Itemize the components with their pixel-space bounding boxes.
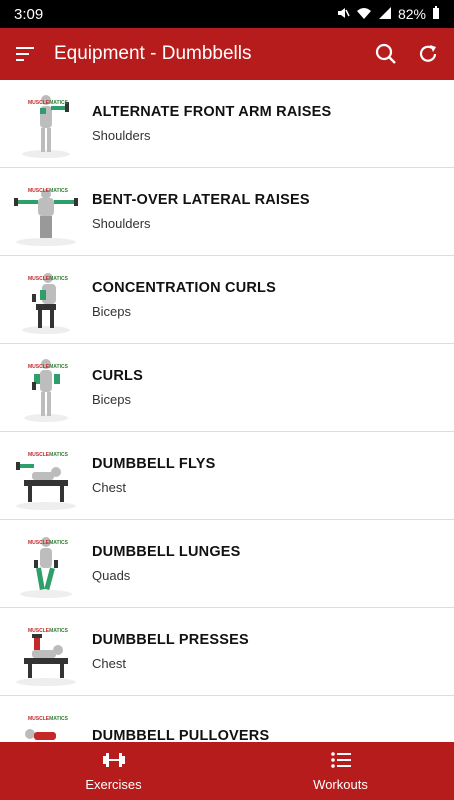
list-item[interactable]: MUSCLEMATICS DUMBBELL LUNGES Quads [0, 520, 454, 608]
musclematics-logo: MUSCLEMATICS [28, 539, 68, 546]
status-time: 3:09 [14, 5, 44, 23]
list-icon [330, 750, 352, 777]
refresh-icon[interactable] [416, 42, 440, 66]
list-item[interactable]: MUSCLEMATICS ALTERNATE FRONT ARM RAISES … [0, 80, 454, 168]
exercise-thumbnail: MUSCLEMATICS [10, 704, 82, 742]
signal-icon [378, 6, 392, 23]
mute-icon [336, 6, 350, 23]
exercise-thumbnail: MUSCLEMATICS [10, 88, 82, 160]
musclematics-logo: MUSCLEMATICS [28, 363, 68, 370]
nav-workouts-label: Workouts [313, 777, 368, 792]
bottom-navigation: Exercises Workouts [0, 742, 454, 800]
exercise-thumbnail: MUSCLEMATICS [10, 440, 82, 512]
list-item[interactable]: MUSCLEMATICS CURLS Biceps [0, 344, 454, 432]
exercise-thumbnail: MUSCLEMATICS [10, 528, 82, 600]
muscle-group: Biceps [92, 392, 132, 407]
muscle-group: Chest [92, 480, 126, 495]
muscle-group: Shoulders [92, 128, 151, 143]
search-icon[interactable] [374, 42, 398, 66]
list-item[interactable]: MUSCLEMATICS DUMBBELL PULLOVERS [0, 696, 454, 742]
exercise-thumbnail: MUSCLEMATICS [10, 176, 82, 248]
battery-level: 82% [397, 6, 426, 22]
exercise-thumbnail: MUSCLEMATICS [10, 616, 82, 688]
nav-workouts[interactable]: Workouts [227, 742, 454, 800]
list-item[interactable]: MUSCLEMATICS CONCENTRATION CURLS Biceps [0, 256, 454, 344]
musclematics-logo: MUSCLEMATICS [28, 627, 68, 634]
exercise-name: CONCENTRATION CURLS [92, 280, 276, 296]
exercise-name: BENT-OVER LATERAL RAISES [92, 192, 310, 208]
muscle-group: Quads [92, 568, 131, 583]
exercise-name: ALTERNATE FRONT ARM RAISES [92, 104, 332, 120]
exercise-name: DUMBBELL FLYS [92, 456, 216, 472]
menu-icon[interactable] [14, 42, 38, 66]
muscle-group: Chest [92, 656, 126, 671]
muscle-group: Shoulders [92, 216, 151, 231]
musclematics-logo: MUSCLEMATICS [28, 451, 68, 458]
exercise-name: DUMBBELL LUNGES [92, 544, 241, 560]
nav-exercises[interactable]: Exercises [0, 742, 227, 800]
musclematics-logo: MUSCLEMATICS [28, 715, 68, 722]
wifi-icon [356, 6, 372, 23]
list-item[interactable]: MUSCLEMATICS DUMBBELL FLYS Chest [0, 432, 454, 520]
musclematics-logo: MUSCLEMATICS [28, 99, 68, 106]
exercise-thumbnail: MUSCLEMATICS [10, 264, 82, 336]
dumbbell-icon [101, 750, 127, 777]
exercise-list[interactable]: MUSCLEMATICS ALTERNATE FRONT ARM RAISES … [0, 80, 454, 742]
exercise-name: DUMBBELL PULLOVERS [92, 727, 270, 743]
list-item[interactable]: MUSCLEMATICS BENT-OVER LATERAL RAISES Sh… [0, 168, 454, 256]
status-bar: 3:09 82% [0, 0, 454, 28]
exercise-name: DUMBBELL PRESSES [92, 632, 249, 648]
muscle-group: Biceps [92, 304, 132, 319]
musclematics-logo: MUSCLEMATICS [28, 275, 68, 282]
musclematics-logo: MUSCLEMATICS [28, 187, 68, 194]
page-title: Equipment - Dumbbells [54, 43, 252, 64]
app-bar: Equipment - Dumbbells [0, 28, 454, 80]
status-icons: 82% [336, 5, 440, 23]
list-item[interactable]: MUSCLEMATICS DUMBBELL PRESSES Chest [0, 608, 454, 696]
nav-exercises-label: Exercises [85, 777, 142, 792]
exercise-name: CURLS [92, 368, 143, 384]
battery-icon [432, 5, 440, 23]
exercise-thumbnail: MUSCLEMATICS [10, 352, 82, 424]
